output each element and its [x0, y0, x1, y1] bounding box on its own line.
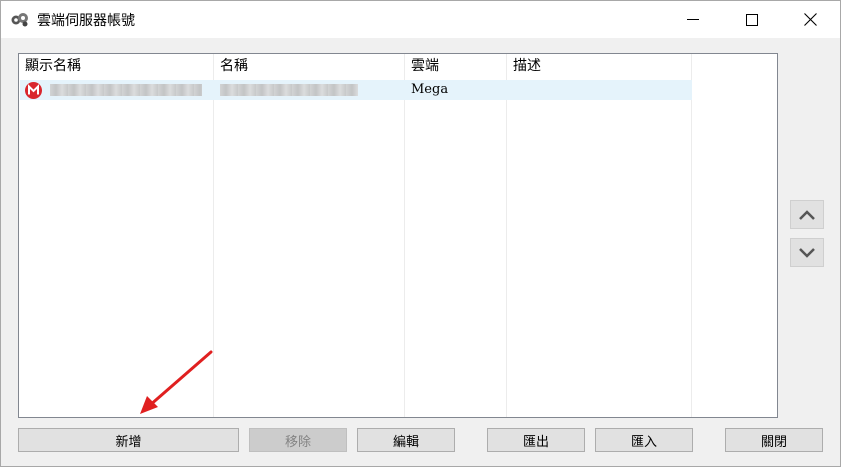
- minimize-button[interactable]: [670, 1, 716, 38]
- column-divider: [506, 54, 507, 417]
- move-up-button[interactable]: [790, 200, 824, 229]
- chevron-up-icon: [799, 209, 815, 220]
- minimize-icon: [687, 18, 699, 20]
- title-bar: 雲端伺服器帳號: [1, 1, 840, 38]
- cloud-accounts-dialog: 雲端伺服器帳號 顯示名稱 名稱 雲端 描述 Mega 新增 移除 編輯 匯出 匯…: [0, 0, 841, 467]
- column-header-display-name[interactable]: 顯示名稱: [19, 54, 213, 79]
- column-divider: [404, 54, 405, 417]
- column-header-description[interactable]: 描述: [507, 54, 691, 79]
- column-header-name[interactable]: 名稱: [214, 54, 404, 79]
- import-button[interactable]: 匯入: [595, 428, 693, 452]
- mega-icon: [25, 82, 42, 99]
- cloud-cell: Mega: [411, 82, 449, 97]
- display-name-cell: [50, 84, 202, 96]
- column-header-cloud[interactable]: 雲端: [405, 54, 506, 79]
- cloud-gears-icon: [11, 13, 28, 27]
- export-button[interactable]: 匯出: [487, 428, 585, 452]
- red-arrow-annotation: [140, 350, 213, 414]
- add-button[interactable]: 新增: [18, 428, 239, 452]
- close-window-button[interactable]: [787, 1, 833, 38]
- window-title: 雲端伺服器帳號: [37, 13, 135, 29]
- table-row[interactable]: Mega: [20, 80, 692, 100]
- name-cell: [220, 84, 358, 96]
- remove-button[interactable]: 移除: [249, 428, 347, 452]
- close-icon: [803, 13, 817, 26]
- move-down-button[interactable]: [790, 238, 824, 267]
- maximize-icon: [746, 13, 758, 26]
- column-divider: [691, 54, 692, 417]
- maximize-button[interactable]: [729, 1, 775, 38]
- description-cell: [513, 80, 683, 100]
- close-button[interactable]: 關閉: [725, 428, 823, 452]
- edit-button[interactable]: 編輯: [357, 428, 455, 452]
- chevron-down-icon: [799, 247, 815, 258]
